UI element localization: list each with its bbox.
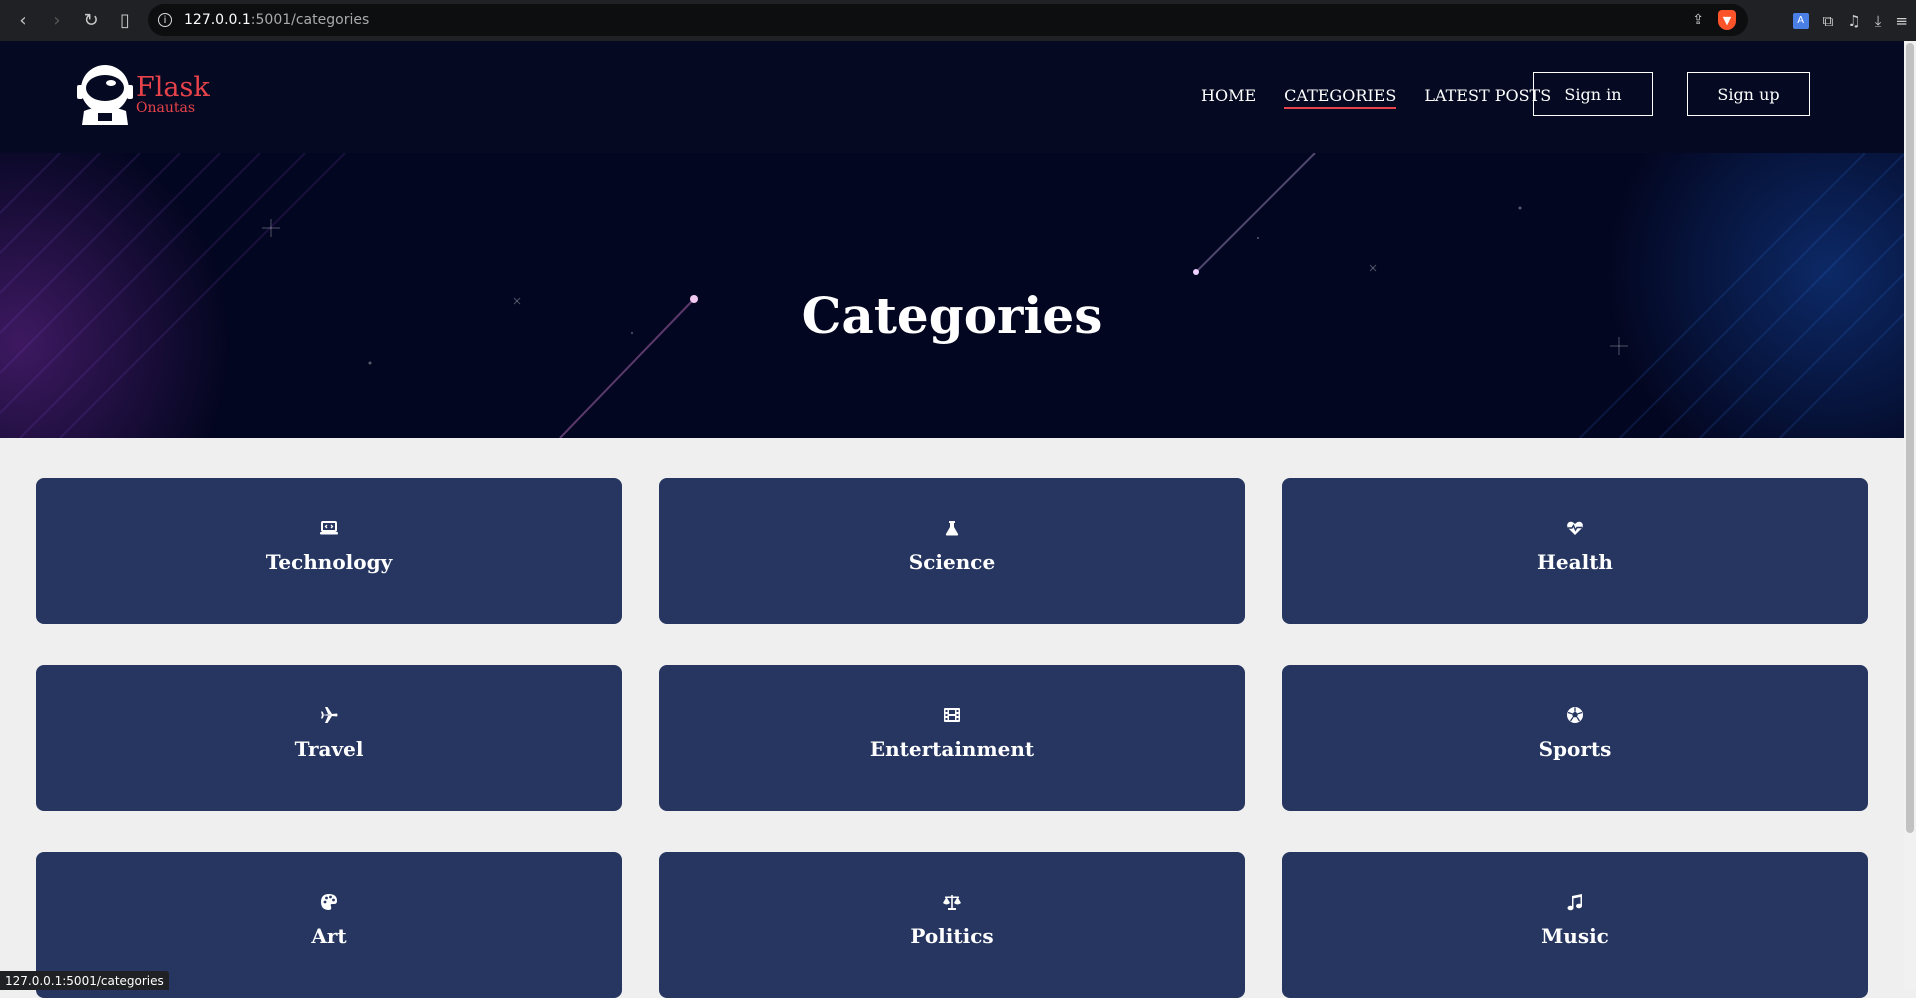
category-label: Health	[1537, 550, 1613, 574]
address-bar[interactable]: i 127.0.0.1:5001/categories ⇪ ▼	[148, 4, 1748, 36]
laptop-code-icon	[320, 521, 338, 535]
browser-toolbar: ‹ › ↻ ▯ i 127.0.0.1:5001/categories ⇪ ▼ …	[0, 0, 1916, 41]
category-card-travel[interactable]: Travel	[36, 665, 622, 811]
category-card-technology[interactable]: Technology	[36, 478, 622, 624]
sign-up-button[interactable]: Sign up	[1687, 72, 1810, 116]
category-label: Music	[1541, 924, 1609, 948]
nav-categories[interactable]: CATEGORIES	[1284, 86, 1397, 109]
category-label: Travel	[294, 737, 364, 761]
category-label: Sports	[1538, 737, 1612, 761]
category-label: Politics	[910, 924, 994, 948]
site-header: Flask Onautas HOME CATEGORIES LATEST POS…	[0, 41, 1904, 153]
category-label: Technology	[265, 550, 393, 574]
category-card-music[interactable]: Music	[1282, 852, 1868, 998]
downloads-icon[interactable]: ⤓	[1875, 12, 1882, 30]
link-status-bar: 127.0.0.1:5001/categories	[0, 971, 169, 990]
site-logo[interactable]: Flask Onautas	[76, 63, 210, 125]
film-icon	[944, 708, 960, 722]
category-card-entertainment[interactable]: Entertainment	[659, 665, 1245, 811]
url-host: 127.0.0.1	[184, 12, 251, 28]
flask-icon	[945, 521, 959, 536]
hero-banner: Categories	[0, 153, 1904, 438]
soccer-ball-icon	[1567, 707, 1583, 723]
palette-icon	[321, 894, 337, 910]
translate-extension-icon[interactable]: A	[1792, 12, 1809, 29]
brave-shields-icon[interactable]: ▼	[1718, 10, 1736, 30]
site-info-icon[interactable]: i	[158, 13, 172, 27]
url-path: :5001/categories	[250, 12, 370, 28]
plane-icon	[321, 707, 338, 723]
share-icon[interactable]: ⇪	[1692, 12, 1704, 28]
scrollbar-thumb[interactable]	[1906, 43, 1914, 833]
bookmark-icon[interactable]: ▯	[108, 4, 142, 38]
extensions-icon[interactable]: ⧉	[1823, 12, 1834, 30]
nav-home[interactable]: HOME	[1201, 86, 1256, 109]
scale-balance-icon	[943, 895, 961, 910]
page-scrollbar[interactable]	[1904, 41, 1916, 990]
reload-icon[interactable]: ↻	[74, 4, 108, 38]
category-card-politics[interactable]: Politics	[659, 852, 1245, 998]
brand-name: Flask	[136, 72, 210, 103]
media-icon[interactable]: ♫	[1847, 12, 1860, 30]
category-card-health[interactable]: Health	[1282, 478, 1868, 624]
menu-icon[interactable]: ≡	[1895, 12, 1908, 30]
category-label: Science	[908, 550, 996, 574]
page-title: Categories	[801, 286, 1103, 345]
heart-pulse-icon	[1567, 521, 1583, 535]
astronaut-logo-icon	[77, 65, 133, 125]
category-card-science[interactable]: Science	[659, 478, 1245, 624]
forward-icon[interactable]: ›	[40, 4, 74, 38]
category-label: Entertainment	[869, 737, 1035, 761]
back-icon[interactable]: ‹	[6, 4, 40, 38]
brand-subtitle: Onautas	[136, 100, 196, 116]
sign-in-button[interactable]: Sign in	[1533, 72, 1653, 116]
main-nav: HOME CATEGORIES LATEST POSTS	[1201, 86, 1551, 109]
music-note-icon	[1567, 894, 1582, 911]
category-card-sports[interactable]: Sports	[1282, 665, 1868, 811]
category-label: Art	[311, 924, 347, 948]
